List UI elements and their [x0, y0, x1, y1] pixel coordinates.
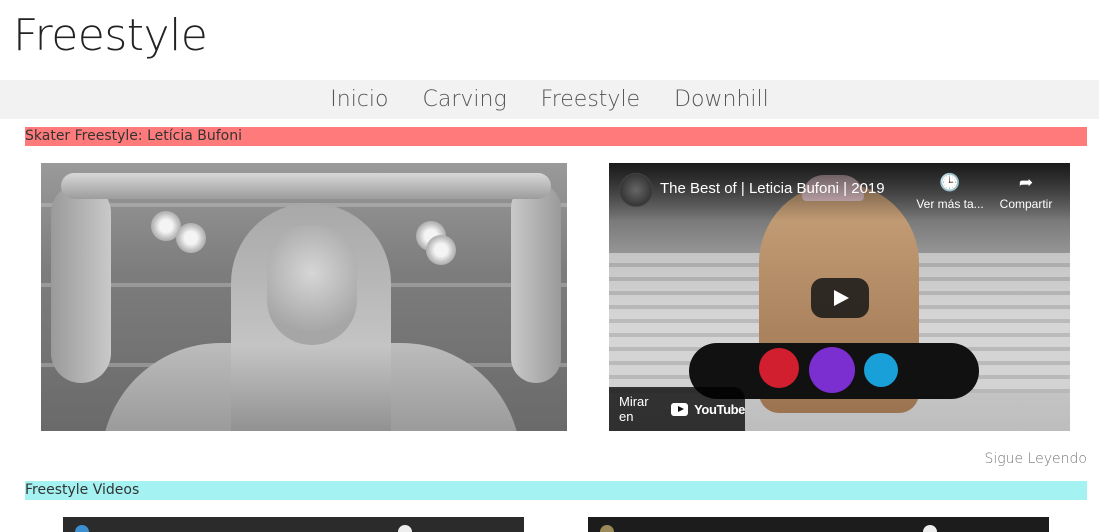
photo-face: [267, 225, 357, 345]
nav-downhill[interactable]: Downhill: [674, 80, 769, 119]
photo-wheel: [426, 235, 456, 265]
video-embed-thumbnail[interactable]: [63, 517, 524, 532]
photo-wheel: [176, 223, 206, 253]
nav-freestyle[interactable]: Freestyle: [541, 80, 640, 119]
nav-inicio[interactable]: Inicio: [330, 80, 388, 119]
share-label: Compartir: [999, 197, 1053, 211]
channel-avatar[interactable]: [619, 173, 653, 207]
read-more-link[interactable]: Sigue Leyendo: [984, 451, 1087, 467]
youtube-embed[interactable]: The Best of | Leticia Bufoni | 2019 🕒 Ve…: [609, 163, 1070, 431]
section-heading-skater: Skater Freestyle: Letícia Bufoni: [25, 127, 1087, 146]
site-title: Freestyle: [13, 10, 208, 61]
video-title[interactable]: The Best of | Leticia Bufoni | 2019: [660, 180, 885, 197]
share-arrow-icon: ➦: [1018, 173, 1034, 192]
video-embed-thumbnail[interactable]: [588, 517, 1049, 532]
watch-on-label: Mirar en: [619, 394, 649, 424]
youtube-wordmark: YouTube: [694, 401, 745, 417]
main-nav: Inicio Carving Freestyle Downhill: [0, 80, 1099, 119]
skater-photo: [41, 163, 567, 431]
watch-on-youtube-button[interactable]: Mirar en YouTube: [609, 387, 745, 431]
nav-carving[interactable]: Carving: [422, 80, 506, 119]
clock-icon: 🕒: [939, 173, 961, 192]
youtube-logo-icon: [670, 402, 689, 416]
watch-later-label: Ver más ta...: [916, 197, 984, 211]
photo-skateboard-deck: [61, 173, 551, 199]
photo-arm-right: [511, 183, 561, 383]
watch-later-button[interactable]: 🕒 Ver más ta...: [915, 173, 985, 211]
photo-arm-left: [51, 183, 111, 383]
play-icon[interactable]: [811, 278, 869, 318]
share-button[interactable]: ➦ Compartir: [991, 173, 1061, 211]
section-heading-videos: Freestyle Videos: [25, 481, 1087, 500]
